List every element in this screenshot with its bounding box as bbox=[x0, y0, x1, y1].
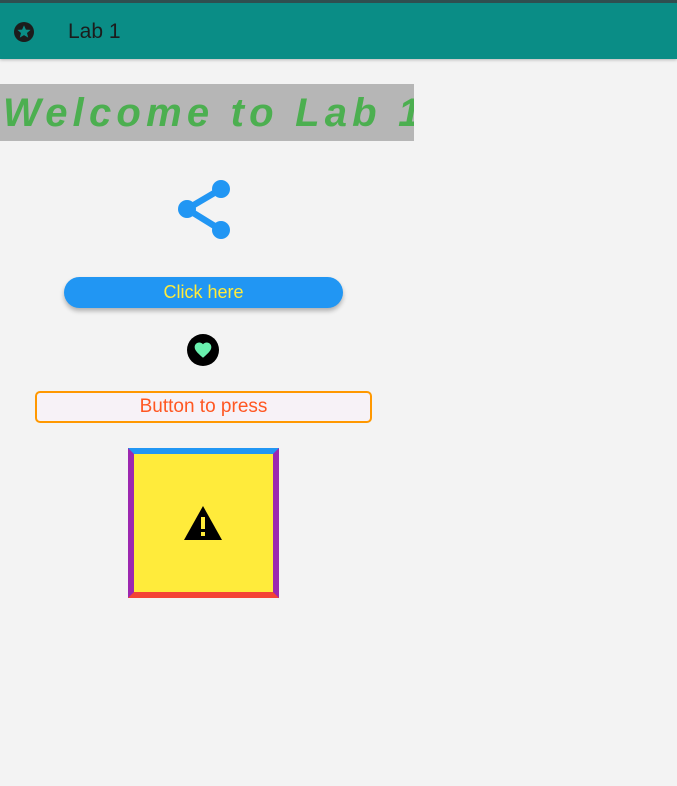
click-here-button[interactable]: Click here bbox=[64, 277, 343, 308]
share-icon[interactable] bbox=[173, 177, 235, 241]
button-to-press[interactable]: Button to press bbox=[35, 391, 372, 423]
welcome-banner: Welcome to Lab 1 bbox=[0, 84, 414, 141]
warning-box bbox=[128, 448, 279, 598]
heart-button[interactable] bbox=[187, 334, 219, 366]
star-circle-icon[interactable] bbox=[12, 20, 36, 44]
heart-icon bbox=[194, 342, 212, 358]
warning-icon bbox=[184, 506, 222, 540]
app-bar-title: Lab 1 bbox=[68, 20, 121, 43]
app-bar: Lab 1 bbox=[0, 0, 677, 59]
welcome-text: Welcome to Lab 1 bbox=[3, 91, 414, 135]
